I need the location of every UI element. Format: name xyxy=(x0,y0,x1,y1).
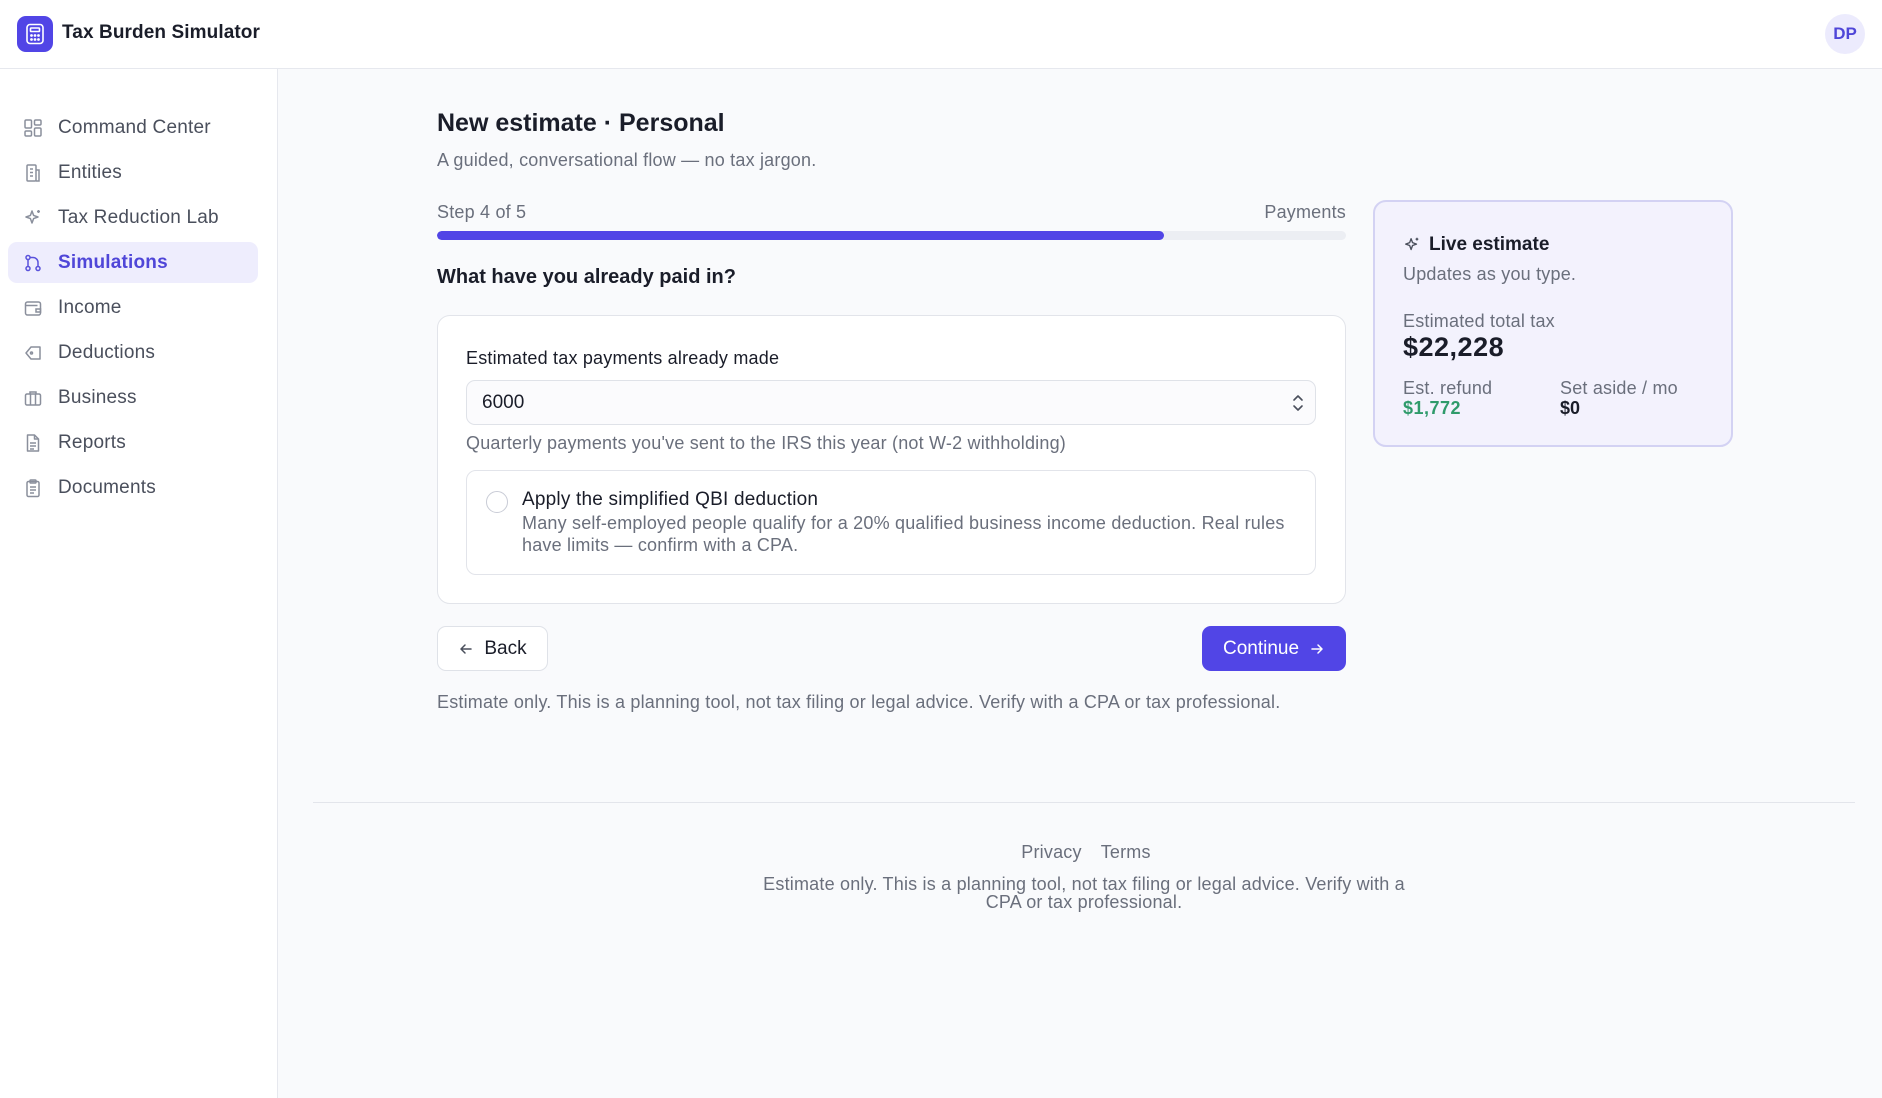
payments-card: Estimated tax payments already made Quar… xyxy=(437,315,1346,604)
estimated-payments-label: Estimated tax payments already made xyxy=(466,348,780,368)
building-icon xyxy=(22,162,44,184)
back-button-label: Back xyxy=(484,637,527,659)
sidebar-item-label: Reports xyxy=(58,431,126,453)
step-indicator: Step 4 of 5 xyxy=(437,202,527,222)
top-bar: Tax Burden Simulator DP xyxy=(0,0,1882,69)
sidebar-item-command-center[interactable]: Command Center xyxy=(8,107,258,148)
live-estimate-subtitle: Updates as you type. xyxy=(1403,264,1577,284)
calculator-icon[interactable] xyxy=(17,16,53,52)
briefcase-icon xyxy=(22,387,44,409)
step-name: Payments xyxy=(1264,202,1346,222)
footer-divider xyxy=(313,802,1855,803)
estimated-payments-input[interactable] xyxy=(466,380,1316,425)
sidebar-item-label: Command Center xyxy=(58,116,211,138)
qbi-radio[interactable] xyxy=(486,491,508,513)
sidebar-item-simulations[interactable]: Simulations xyxy=(8,242,258,283)
continue-button-label: Continue xyxy=(1222,637,1300,659)
refund-value: $1,772 xyxy=(1403,398,1462,418)
continue-button[interactable]: Continue xyxy=(1202,626,1346,671)
disclaimer: Estimate only. This is a planning tool, … xyxy=(437,692,1281,712)
sparkle-icon xyxy=(1403,236,1421,259)
avatar[interactable]: DP xyxy=(1825,14,1865,54)
live-estimate-title: Live estimate xyxy=(1429,234,1550,255)
arrow-right-icon xyxy=(1311,643,1323,654)
clipboard-icon xyxy=(22,477,44,499)
set-aside-label: Set aside / mo xyxy=(1560,378,1678,398)
sidebar-item-label: Documents xyxy=(58,476,156,498)
app-title: Tax Burden Simulator xyxy=(62,22,261,43)
dashboard-icon xyxy=(22,117,44,139)
privacy-link[interactable]: Privacy xyxy=(1021,842,1081,863)
number-stepper-icon[interactable] xyxy=(1290,392,1306,414)
terms-link[interactable]: Terms xyxy=(1101,842,1151,863)
sidebar-item-entities[interactable]: Entities xyxy=(8,152,258,193)
sidebar: Command Center Entities Tax Reduction La… xyxy=(0,69,278,1098)
sidebar-item-deductions[interactable]: Deductions xyxy=(8,332,258,373)
progress-fill xyxy=(437,231,1165,240)
tag-icon xyxy=(22,342,44,364)
sidebar-item-label: Deductions xyxy=(58,341,156,363)
sidebar-item-business[interactable]: Business xyxy=(8,377,258,418)
step-question: What have you already paid in? xyxy=(437,266,736,288)
sidebar-item-tax-reduction-lab[interactable]: Tax Reduction Lab xyxy=(8,197,258,238)
refund-label: Est. refund xyxy=(1403,378,1493,398)
back-button[interactable]: Back xyxy=(437,626,548,671)
sidebar-item-label: Entities xyxy=(58,161,122,183)
qbi-description: Many self-employed people qualify for a … xyxy=(522,513,1285,555)
sidebar-item-reports[interactable]: Reports xyxy=(8,422,258,463)
set-aside-value: $0 xyxy=(1560,398,1581,418)
total-tax-label: Estimated total tax xyxy=(1403,311,1555,331)
wallet-icon xyxy=(22,297,44,319)
progress-bar xyxy=(437,231,1346,240)
branch-icon xyxy=(22,252,44,274)
arrow-left-icon xyxy=(460,643,473,654)
sidebar-item-label: Simulations xyxy=(58,251,168,273)
file-icon xyxy=(22,432,44,454)
qbi-option[interactable]: Apply the simplified QBI deduction Many … xyxy=(466,470,1316,575)
page-subtitle: A guided, conversational flow — no tax j… xyxy=(437,150,817,170)
sidebar-item-documents[interactable]: Documents xyxy=(8,467,258,508)
sidebar-item-income[interactable]: Income xyxy=(8,287,258,328)
field-help-text: Quarterly payments you've sent to the IR… xyxy=(466,433,1066,453)
sidebar-item-label: Business xyxy=(58,386,137,408)
sidebar-item-label: Income xyxy=(58,296,122,318)
page-title: New estimate · Personal xyxy=(437,109,725,137)
sparkle-icon xyxy=(22,207,44,229)
live-estimate-panel: Live estimate Updates as you type. Estim… xyxy=(1373,200,1733,447)
total-tax-value: $22,228 xyxy=(1403,332,1505,362)
qbi-title: Apply the simplified QBI deduction xyxy=(522,489,819,510)
footer-disclaimer: Estimate only. This is a planning tool, … xyxy=(763,874,1405,912)
sidebar-item-label: Tax Reduction Lab xyxy=(58,206,219,228)
footer-links: Privacy Terms xyxy=(0,842,1882,863)
